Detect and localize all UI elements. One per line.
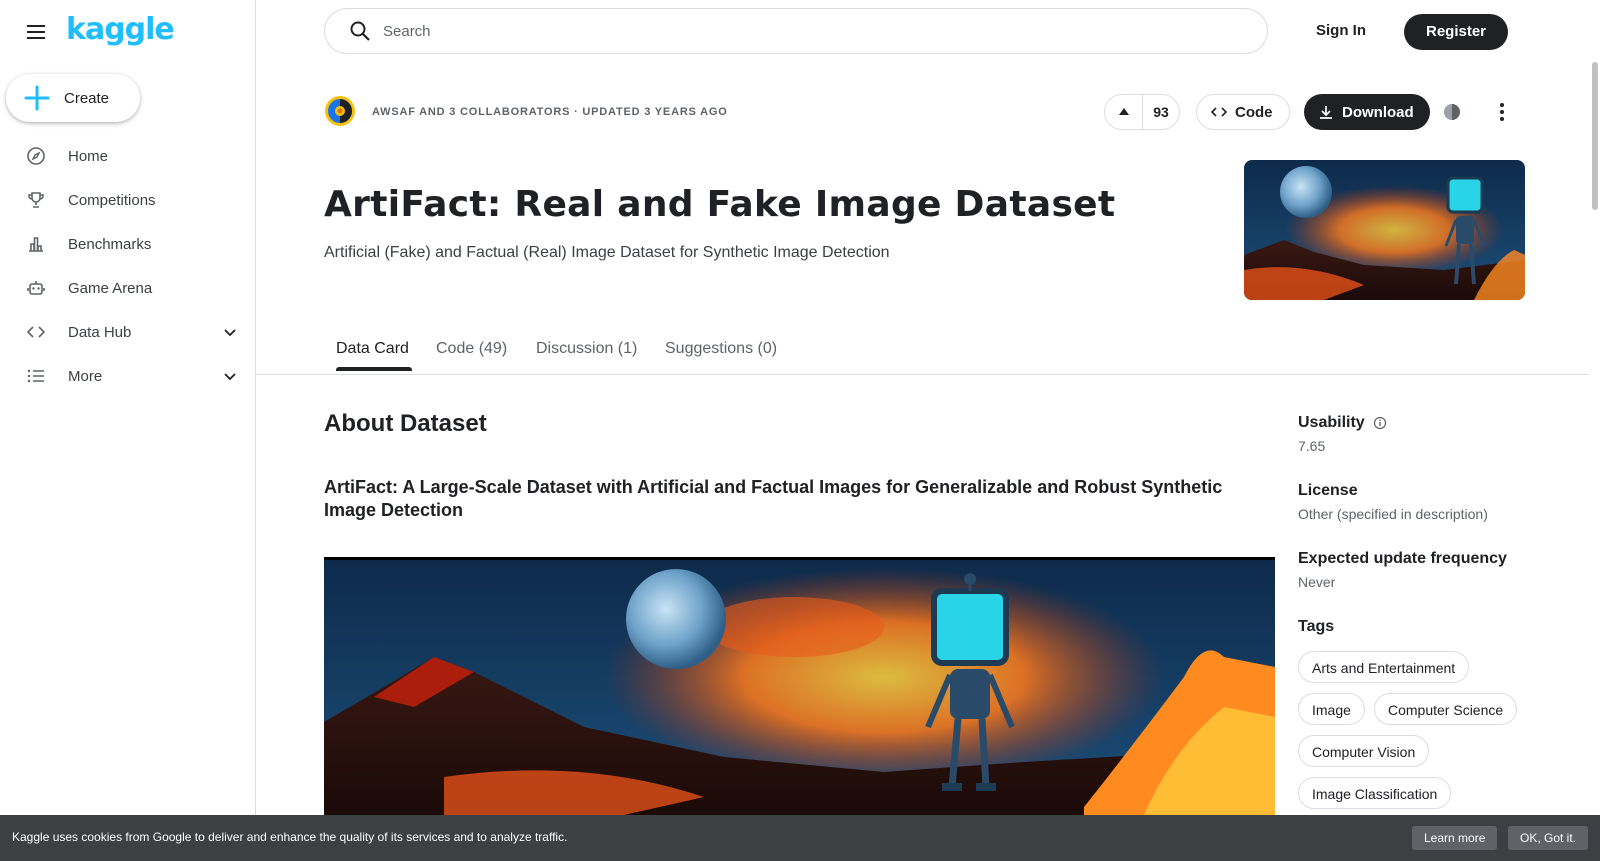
page-subtitle: Artificial (Fake) and Factual (Real) Ima… xyxy=(324,244,890,261)
paper-title-heading: ArtiFact: A Large-Scale Dataset with Art… xyxy=(324,477,1223,520)
code-icon xyxy=(26,326,46,338)
theme-toggle-icon[interactable] xyxy=(1442,102,1462,122)
chevron-down-icon[interactable] xyxy=(222,324,238,340)
page-title: ArtiFact: Real and Fake Image Dataset xyxy=(324,184,1116,225)
sidebar-item-data-hub[interactable]: Data Hub xyxy=(0,310,256,354)
dataset-banner-image xyxy=(324,557,1275,815)
download-button[interactable]: Download xyxy=(1304,94,1430,130)
code-button[interactable]: Code xyxy=(1196,94,1290,130)
sidebar-item-game-arena[interactable]: Game Arena xyxy=(0,266,256,310)
sidebar-item-label: Competitions xyxy=(68,191,156,209)
register-button[interactable]: Register xyxy=(1404,14,1509,50)
list-icon xyxy=(27,369,44,383)
search-input[interactable] xyxy=(381,21,1225,41)
sidebar: kaggle Create Home Competitions Benchmar… xyxy=(0,0,256,861)
frequency-section: Expected update frequency Never xyxy=(1298,550,1507,590)
info-icon[interactable] xyxy=(1373,416,1387,430)
tag-chip[interactable]: Computer Science xyxy=(1374,693,1518,725)
compass-icon xyxy=(27,147,45,165)
license-section: License Other (specified in description) xyxy=(1298,482,1488,522)
learn-more-button[interactable]: Learn more xyxy=(1412,826,1498,850)
kaggle-logo[interactable]: kaggle xyxy=(66,12,175,47)
active-tab-indicator xyxy=(336,367,412,371)
scrollbar-thumb[interactable] xyxy=(1592,62,1598,210)
sidebar-item-home[interactable]: Home xyxy=(0,134,256,178)
usability-label: Usability xyxy=(1298,414,1387,432)
create-button[interactable]: Create xyxy=(6,74,140,122)
vote-count: 93 xyxy=(1153,104,1169,120)
code-label: Code xyxy=(1235,103,1273,121)
tag-chip[interactable]: Image Classification xyxy=(1298,777,1452,809)
tab-bar: Data Card Code (49) Discussion (1) Sugge… xyxy=(256,322,1589,375)
search-bar[interactable] xyxy=(324,8,1268,54)
scrollbar[interactable] xyxy=(1589,0,1600,815)
sidebar-nav: Home Competitions Benchmarks Game Arena … xyxy=(0,134,256,398)
avatar[interactable] xyxy=(324,95,356,127)
chevron-down-icon[interactable] xyxy=(222,368,238,384)
sign-in-button[interactable]: Sign In xyxy=(1300,14,1382,48)
arrow-up-icon xyxy=(1118,108,1129,115)
license-value: Other (specified in description) xyxy=(1298,506,1488,522)
usability-value: 7.65 xyxy=(1298,438,1326,454)
code-icon xyxy=(1211,107,1227,117)
tag-chip[interactable]: Image xyxy=(1298,693,1365,725)
dataset-meta: AWSAF AND 3 COLLABORATORS · UPDATED 3 YE… xyxy=(372,106,728,118)
upvote-widget: 93 xyxy=(1104,94,1180,130)
more-vert-icon[interactable] xyxy=(1490,100,1514,124)
tag-chip[interactable]: Arts and Entertainment xyxy=(1298,651,1470,683)
tags-label: Tags xyxy=(1298,618,1335,635)
upvote-button[interactable] xyxy=(1105,95,1143,129)
usability-section: Usability 7.65 xyxy=(1298,414,1387,454)
sidebar-item-label: Game Arena xyxy=(68,279,153,297)
usability-title: Usability xyxy=(1298,414,1365,431)
cookie-text: Kaggle uses cookies from Google to deliv… xyxy=(12,830,568,844)
plus-icon xyxy=(24,85,50,111)
ok-got-it-button[interactable]: OK, Got it. xyxy=(1508,826,1589,850)
sidebar-item-competitions[interactable]: Competitions xyxy=(0,178,256,222)
dataset-thumbnail-image xyxy=(1244,160,1525,300)
sidebar-item-label: Benchmarks xyxy=(68,235,152,253)
frequency-value: Never xyxy=(1298,574,1336,590)
sidebar-item-benchmarks[interactable]: Benchmarks xyxy=(0,222,256,266)
tag-chip[interactable]: Computer Vision xyxy=(1298,735,1430,767)
tab-code[interactable]: Code (49) xyxy=(436,340,507,358)
search-icon xyxy=(350,21,370,41)
robot-icon xyxy=(27,281,45,295)
bar-chart-icon xyxy=(29,237,43,252)
tags-section: Tags xyxy=(1298,618,1334,636)
sidebar-item-label: More xyxy=(68,367,103,385)
trophy-icon xyxy=(28,192,44,208)
download-icon xyxy=(1320,106,1332,119)
cookie-banner: Kaggle uses cookies from Google to deliv… xyxy=(0,815,1600,861)
about-dataset-heading: About Dataset xyxy=(324,410,487,437)
sidebar-item-label: Data Hub xyxy=(68,323,132,341)
download-label: Download xyxy=(1342,103,1414,121)
tab-suggestions[interactable]: Suggestions (0) xyxy=(665,340,777,358)
hamburger-menu-icon[interactable] xyxy=(24,20,48,44)
license-label: License xyxy=(1298,482,1358,499)
sidebar-item-more[interactable]: More xyxy=(0,354,256,398)
create-label: Create xyxy=(64,89,110,107)
tab-data-card[interactable]: Data Card xyxy=(336,340,409,358)
frequency-label: Expected update frequency xyxy=(1298,550,1507,567)
sidebar-item-label: Home xyxy=(68,147,109,165)
tab-discussion[interactable]: Discussion (1) xyxy=(536,340,637,358)
